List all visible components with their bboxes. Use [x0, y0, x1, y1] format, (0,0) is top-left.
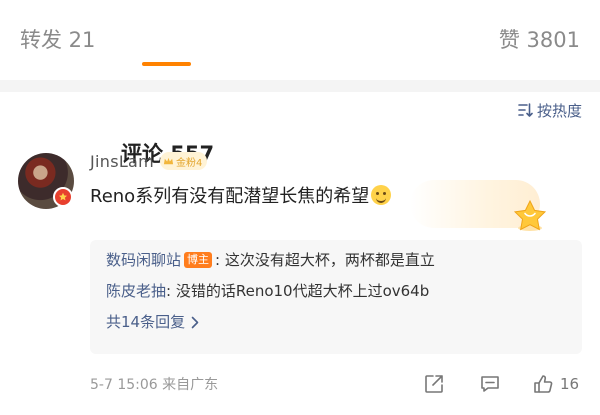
- reply-author[interactable]: 数码闲聊站: [106, 251, 181, 269]
- sort-label: 按热度: [536, 101, 582, 120]
- comment-item: JinsLam 金粉4 Reno系列有没有配潜望长焦的希望 数码闲聊站 博主: 这…: [0, 140, 600, 415]
- reply-button[interactable]: [479, 372, 501, 396]
- comment-body: Reno系列有没有配潜望长焦的希望: [90, 186, 370, 207]
- reply-item: 陈皮老抽: 没错的话Reno10代超大杯上过ov64b: [106, 281, 566, 301]
- section-divider: [0, 80, 600, 92]
- sort-by-hot-button[interactable]: 按热度: [517, 99, 582, 121]
- more-replies-label: 共14条回复: [106, 313, 186, 331]
- thumbs-up-icon: [534, 375, 553, 393]
- tab-likes[interactable]: 赞 3801: [499, 26, 580, 54]
- reply-preview-box[interactable]: 数码闲聊站 博主: 这次没有超大杯，两杯都是直立 陈皮老抽: 没错的话Reno10…: [90, 240, 582, 354]
- reply-text: : 没错的话Reno10代超大杯上过ov64b: [166, 282, 430, 300]
- doge-emoji-icon: [371, 185, 392, 205]
- like-count: 16: [560, 375, 580, 393]
- sort-icon: [518, 103, 533, 117]
- verified-badge-icon: [53, 187, 73, 207]
- star-badge-icon: [513, 199, 547, 231]
- chevron-right-icon: [191, 316, 199, 328]
- comment-footer: 5-7 15:06 来自广东 16: [90, 372, 582, 396]
- comment-author-row: JinsLam 金粉4: [90, 150, 208, 172]
- comment-icon: [481, 376, 499, 392]
- reply-author[interactable]: 陈皮老抽: [106, 282, 166, 300]
- username[interactable]: JinsLam: [90, 152, 154, 171]
- crown-icon: [163, 157, 174, 164]
- comment-timestamp-location: 5-7 15:06 来自广东: [90, 377, 219, 393]
- tab-repost[interactable]: 转发 21: [20, 26, 95, 54]
- share-button[interactable]: [423, 372, 445, 396]
- view-all-replies-link[interactable]: 共14条回复: [106, 312, 566, 332]
- reply-item: 数码闲聊站 博主: 这次没有超大杯，两杯都是直立: [106, 250, 566, 270]
- like-button[interactable]: 16: [532, 372, 579, 396]
- active-tab-indicator: [142, 62, 191, 66]
- fan-badge-label: 金粉4: [176, 157, 203, 169]
- fan-level-badge: 金粉4: [160, 152, 208, 170]
- reply-text: : 这次没有超大杯，两杯都是直立: [215, 251, 435, 269]
- share-icon: [425, 375, 443, 393]
- comment-text: Reno系列有没有配潜望长焦的希望: [90, 184, 392, 210]
- tab-bar: 转发 21 评论 557 赞 3801: [0, 0, 600, 166]
- blogger-tag: 博主: [184, 252, 213, 268]
